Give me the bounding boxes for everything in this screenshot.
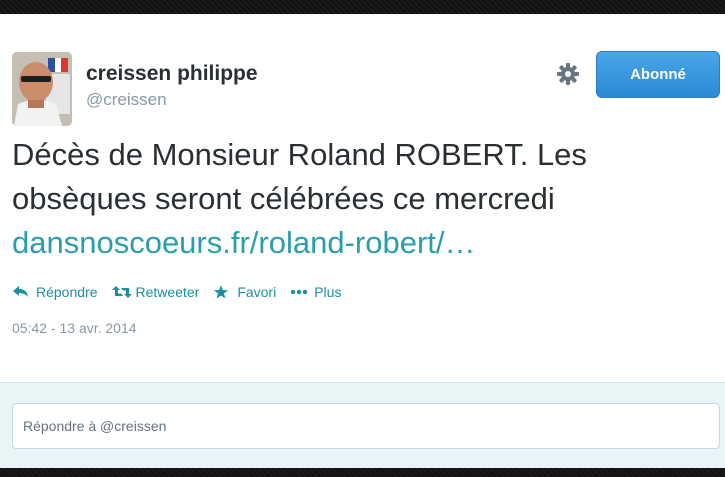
tweet-actions: Répondre Retweeter Favori Plus bbox=[12, 282, 355, 302]
retweet-action[interactable]: Retweeter bbox=[111, 284, 200, 300]
follow-button[interactable]: Abonné bbox=[596, 51, 720, 98]
tweet-text-line-1: Décès de Monsieur Roland ROBERT. Les bbox=[12, 137, 587, 172]
tweet-timestamp[interactable]: 05:42 - 13 avr. 2014 bbox=[12, 320, 137, 336]
user-avatar[interactable] bbox=[12, 52, 72, 126]
favorite-action[interactable]: Favori bbox=[213, 284, 276, 300]
retweet-label: Retweeter bbox=[135, 284, 200, 300]
user-fullname[interactable]: creissen philippe bbox=[86, 62, 258, 86]
reply-area bbox=[0, 382, 725, 468]
favorite-label: Favori bbox=[237, 284, 277, 300]
reply-label: Répondre bbox=[36, 284, 98, 300]
gear-icon[interactable] bbox=[556, 62, 580, 86]
retweet-icon bbox=[111, 285, 132, 299]
tweet-text: Décès de Monsieur Roland ROBERT. Les obs… bbox=[12, 133, 712, 265]
user-screen-name[interactable]: @creissen bbox=[86, 89, 258, 111]
tweet-text-line-2: obsèques seront célébrées ce mercredi bbox=[12, 181, 555, 216]
reply-action[interactable]: Répondre bbox=[12, 284, 98, 300]
more-label: Plus bbox=[314, 284, 342, 300]
tweet-card: creissen philippe @creissen Abonné Décès… bbox=[0, 14, 725, 468]
more-dots-icon bbox=[290, 285, 308, 299]
reply-input[interactable] bbox=[12, 403, 720, 449]
reply-icon bbox=[12, 285, 30, 299]
tweet-link[interactable]: dansnoscoeurs.fr/roland-robert/… bbox=[12, 221, 712, 265]
more-action[interactable]: Plus bbox=[290, 284, 341, 300]
user-info: creissen philippe @creissen bbox=[86, 62, 258, 111]
star-icon bbox=[213, 285, 231, 299]
